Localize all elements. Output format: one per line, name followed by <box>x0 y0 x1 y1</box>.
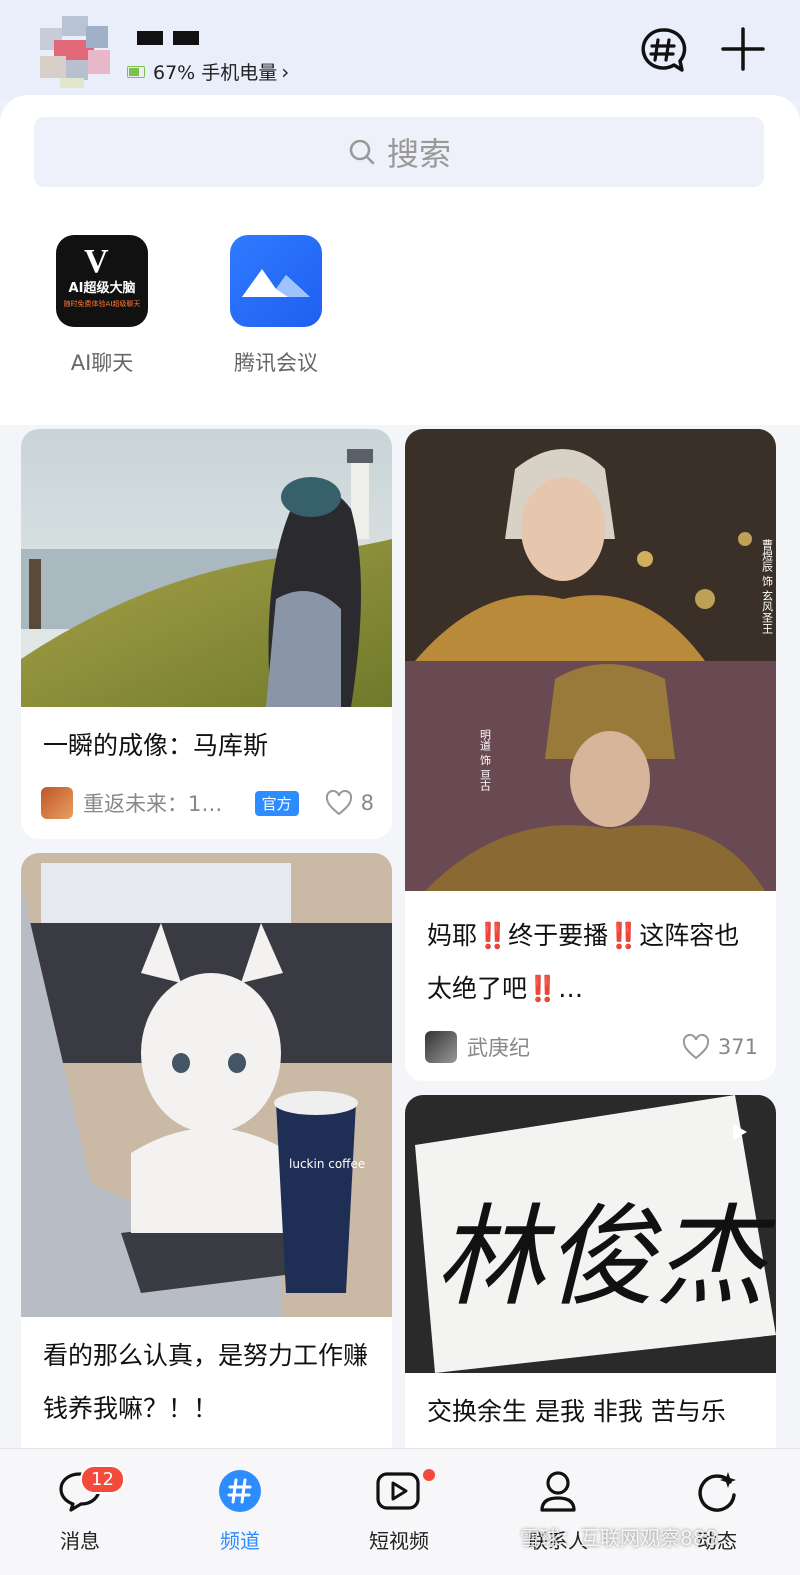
chevron-right-icon: › <box>281 59 290 84</box>
feed-card[interactable]: luckin coffee 看的那么认真，是努力工作赚钱养我嘛？！！ <box>21 853 392 1473</box>
card-image: luckin coffee <box>21 853 392 1317</box>
ai-tile-title: AI超级大脑 <box>68 281 136 296</box>
battery-icon <box>127 65 145 78</box>
refresh-star-icon <box>698 1472 736 1512</box>
card-image: 曹煜辰 饰 玄风圣王 明道 饰 亘古 <box>405 429 776 891</box>
top-bar: 67% 手机电量 › <box>0 0 800 100</box>
like-count: 371 <box>717 1035 758 1059</box>
unread-count-badge: 12 <box>80 1465 125 1494</box>
person-icon <box>540 1471 576 1512</box>
bottom-tab-bar: 12 消息 频道 短视频 联系人 动态 <box>0 1448 800 1575</box>
hashtag-chat-icon[interactable] <box>638 26 688 76</box>
search-icon <box>349 139 375 165</box>
video-play-icon <box>376 1472 420 1510</box>
card-image <box>21 429 392 707</box>
heart-icon <box>682 1034 709 1060</box>
search-input[interactable]: 搜索 <box>34 117 764 187</box>
cup-brand-text: luckin coffee <box>289 1157 365 1171</box>
app-label: 腾讯会议 <box>234 351 318 375</box>
author-avatar <box>41 787 73 819</box>
card-image: 林俊杰 <box>405 1095 776 1373</box>
feed-card[interactable]: 一瞬的成像：马库斯 重返未来：1… 官方 8 <box>21 429 392 839</box>
watermark: 雪球：互联网观察888 <box>520 1526 719 1550</box>
calligraphy-text: 林俊杰 <box>435 1193 776 1321</box>
tab-channels[interactable]: 频道 <box>190 1465 290 1554</box>
like-count: 8 <box>360 791 374 815</box>
meeting-logo-icon <box>242 269 310 297</box>
app-ai-chat[interactable]: V AI超级大脑 随时免费体验AI超级聊天 AI聊天 <box>37 235 167 377</box>
tab-label: 短视频 <box>369 1529 429 1553</box>
card-meta: 重返未来：1… 官方 8 <box>41 785 374 821</box>
ai-chat-app-icon: V AI超级大脑 随时免费体验AI超级聊天 <box>56 235 148 327</box>
app-tencent-meeting[interactable]: 腾讯会议 <box>211 235 341 377</box>
like-button[interactable]: 8 <box>325 790 374 816</box>
like-button[interactable]: 371 <box>682 1034 758 1060</box>
author-name: 重返未来：1… <box>83 792 223 816</box>
notification-dot <box>423 1469 435 1481</box>
heart-icon <box>325 790 352 816</box>
card-title: 看的那么认真，是努力工作赚钱养我嘛？！！ <box>43 1341 369 1423</box>
tencent-meeting-app-icon <box>230 235 322 327</box>
ai-logo-mark: V <box>84 243 109 280</box>
ai-tile-subtitle: 随时免费体验AI超级聊天 <box>63 300 141 308</box>
battery-text: 67% 手机电量 <box>153 62 278 84</box>
plus-icon[interactable] <box>720 26 766 72</box>
user-name-redacted <box>137 30 209 49</box>
card-title: 妈耶‼️终于要播‼️这阵容也太绝了吧‼️… <box>427 921 740 1003</box>
poster-caption-2: 明道 饰 亘古 <box>479 729 492 791</box>
tab-messages[interactable]: 12 消息 <box>30 1465 130 1554</box>
avatar[interactable] <box>40 16 110 88</box>
tab-label: 消息 <box>60 1529 100 1553</box>
app-label: AI聊天 <box>70 351 134 375</box>
author-name: 武庚纪 <box>467 1036 530 1060</box>
panel-header: 搜索 V AI超级大脑 随时免费体验AI超级聊天 AI聊天 腾讯会议 <box>0 95 800 425</box>
hashtag-channel-icon <box>219 1470 261 1512</box>
play-icon[interactable] <box>728 1121 750 1143</box>
search-placeholder: 搜索 <box>386 135 451 173</box>
author-avatar <box>425 1031 457 1063</box>
feed-card[interactable]: 曹煜辰 饰 玄风圣王 明道 饰 亘古 妈耶‼️终于要播‼️这阵容也太绝了吧‼️…… <box>405 429 776 1081</box>
battery-status[interactable]: 67% 手机电量 › <box>127 58 289 85</box>
feed-card[interactable]: 林俊杰 交换余生 是我 非我 苦与乐 <box>405 1095 776 1495</box>
card-title: 一瞬的成像：马库斯 <box>43 731 269 760</box>
poster-caption-1: 曹煜辰 饰 玄风圣王 <box>761 539 774 634</box>
card-title: 交换余生 是我 非我 苦与乐 <box>427 1397 726 1426</box>
card-meta: 武庚纪 371 <box>425 1029 758 1065</box>
official-badge: 官方 <box>254 790 299 816</box>
tab-short-video[interactable]: 短视频 <box>349 1465 449 1554</box>
tab-label: 频道 <box>220 1529 260 1553</box>
